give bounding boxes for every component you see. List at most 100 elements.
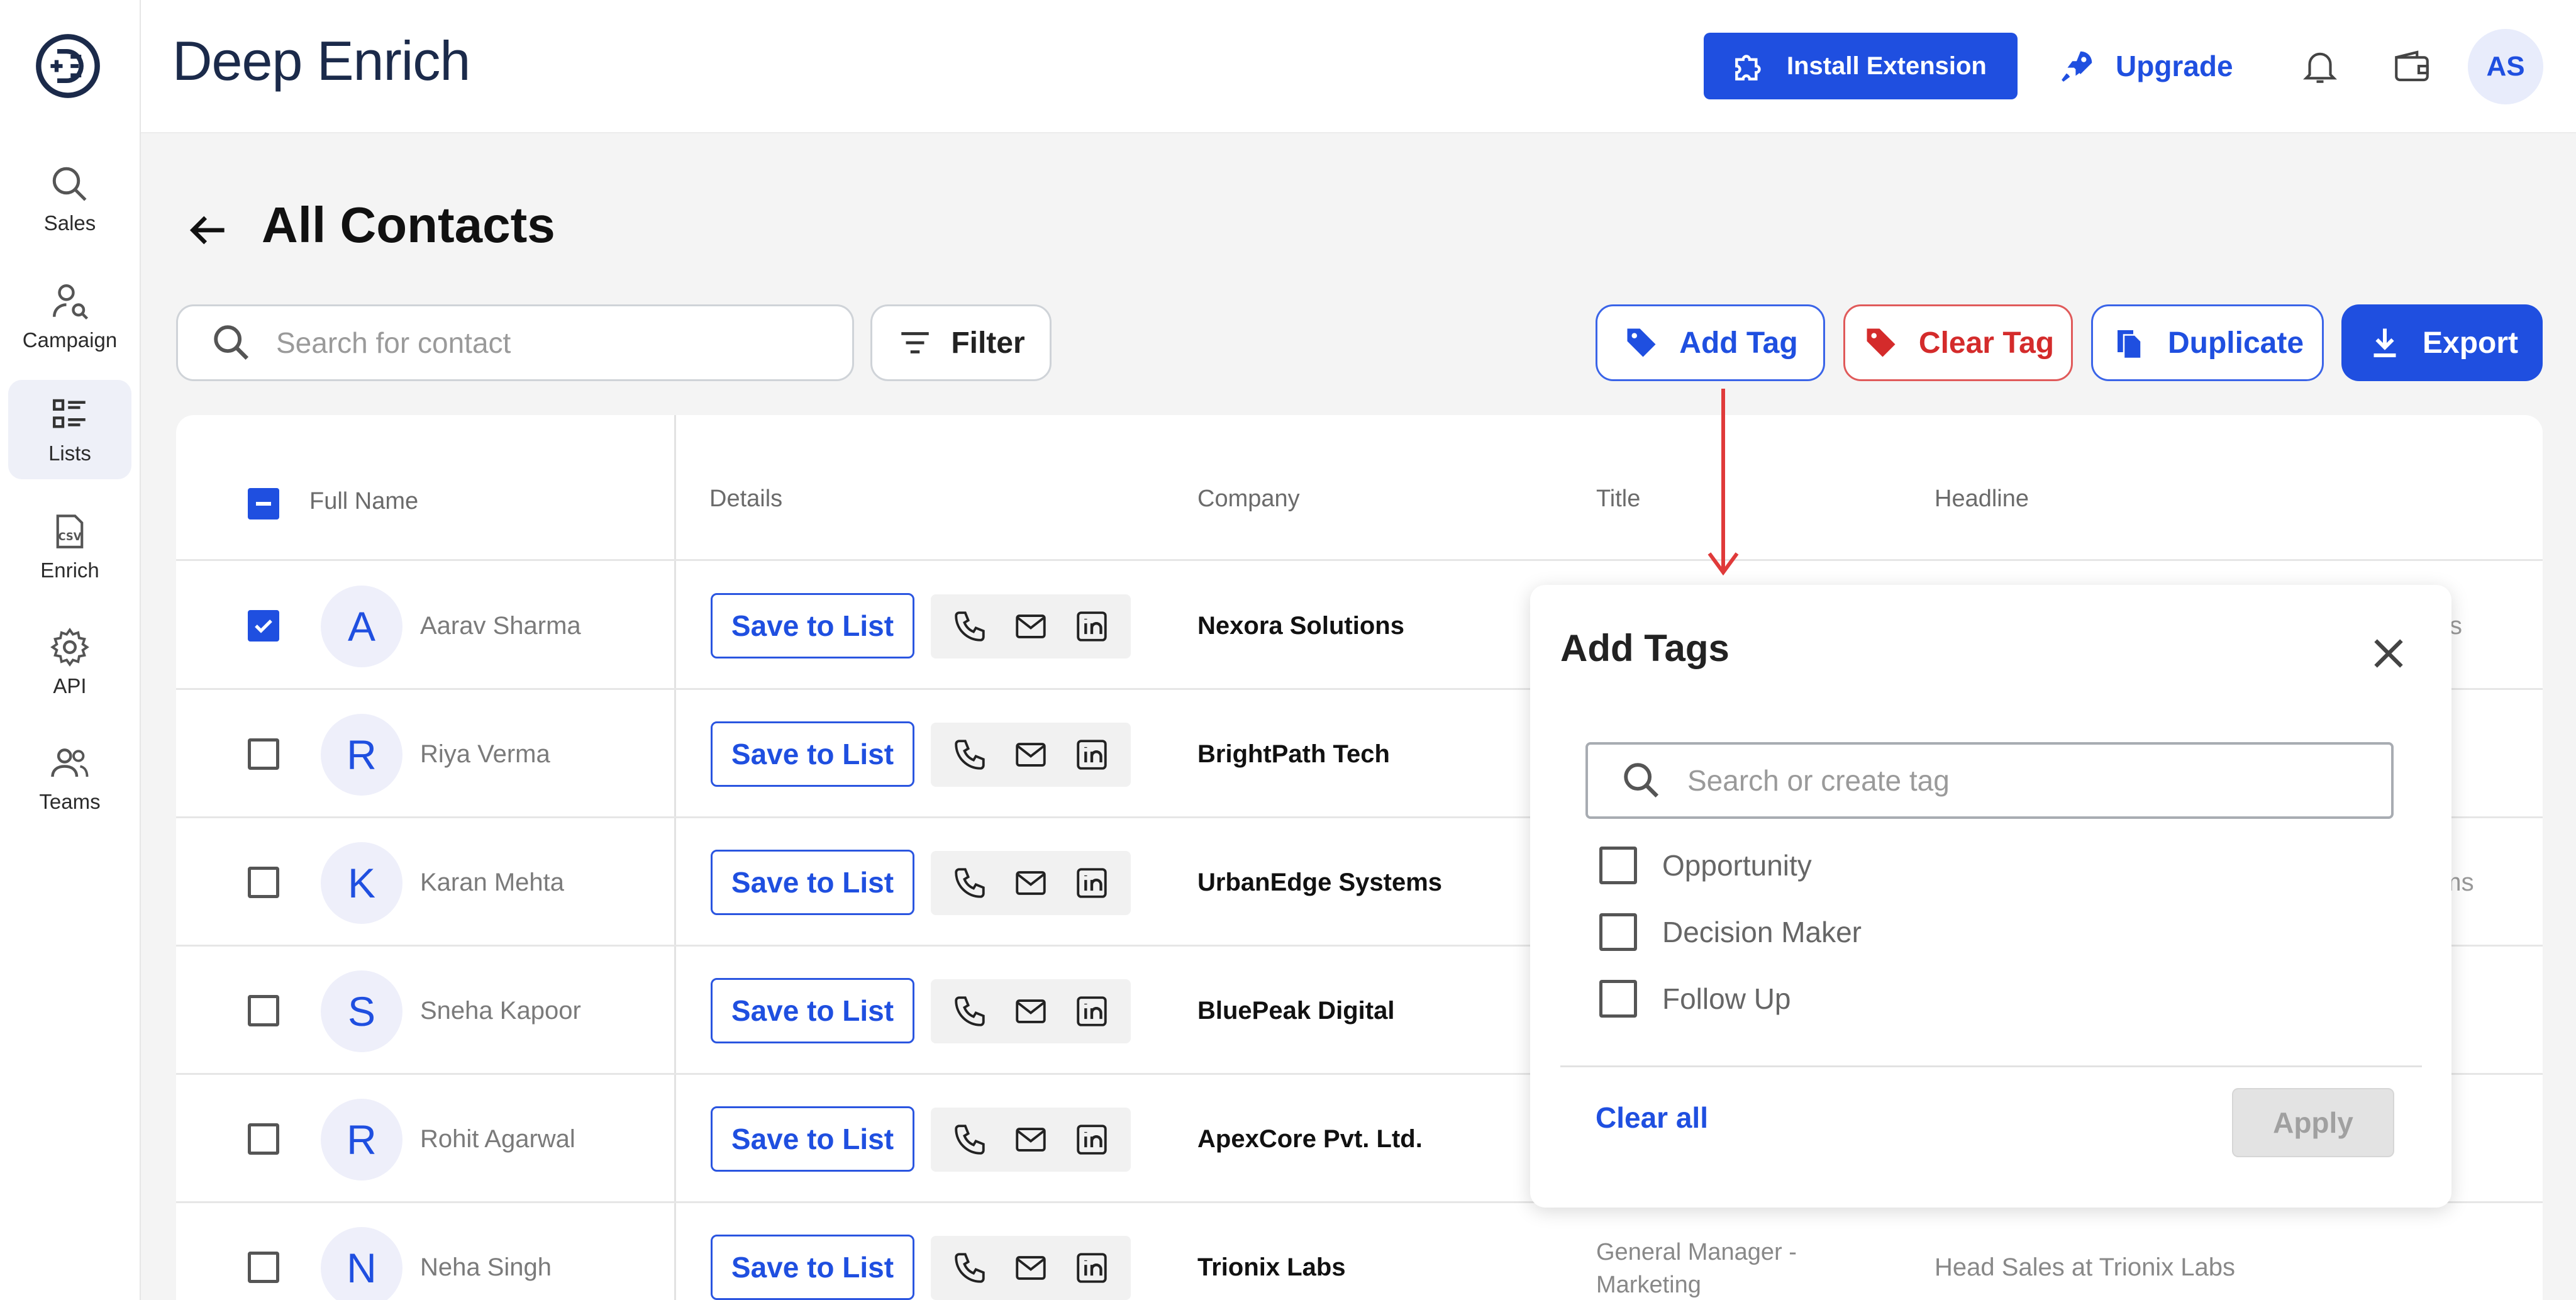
mail-icon[interactable] (1013, 736, 1049, 773)
back-arrow-icon[interactable] (182, 205, 233, 255)
campaign-icon (53, 284, 89, 320)
contact-name[interactable]: Riya Verma (420, 740, 550, 769)
save-to-list-button[interactable]: Save to List (711, 593, 914, 658)
apply-button[interactable]: Apply (2232, 1088, 2394, 1157)
phone-icon[interactable] (952, 993, 988, 1030)
add-tag-label: Add Tag (1679, 326, 1798, 360)
phone-icon[interactable] (952, 608, 988, 645)
deep-enrich-logo-icon[interactable] (35, 33, 101, 99)
sidebar-item-sales[interactable]: Sales (8, 150, 131, 249)
column-header-company[interactable]: Company (1197, 486, 1300, 513)
table-row[interactable]: N Neha Singh Save to List Trionix Labs G… (176, 1203, 2543, 1300)
save-to-list-button[interactable]: Save to List (711, 978, 914, 1043)
table-header: Full Name Details Company Title Headline (176, 415, 2543, 561)
row-checkbox[interactable] (248, 867, 279, 898)
filter-button[interactable]: Filter (870, 304, 1052, 381)
tag-checkbox[interactable] (1599, 847, 1637, 884)
mail-icon[interactable] (1013, 865, 1049, 901)
row-checkbox[interactable] (248, 738, 279, 770)
contact-headline: Head Sales at Trionix Labs (1935, 1253, 2236, 1281)
export-button[interactable]: Export (2341, 304, 2543, 381)
sidebar-item-lists[interactable]: Lists (8, 380, 131, 479)
save-to-list-button[interactable]: Save to List (711, 1106, 914, 1172)
company-name: ApexCore Pvt. Ltd. (1197, 1125, 1423, 1153)
contact-search-input[interactable] (275, 325, 791, 360)
tag-search[interactable] (1585, 742, 2394, 819)
headline-overflow: s (2450, 612, 2462, 640)
row-checkbox[interactable] (248, 1252, 279, 1283)
user-avatar[interactable]: AS (2468, 29, 2543, 104)
rocket-icon (2062, 51, 2092, 82)
phone-icon[interactable] (952, 865, 988, 901)
phone-icon[interactable] (952, 1250, 988, 1286)
tag-option-decision-maker[interactable]: Decision Maker (1599, 912, 1862, 952)
company-name: UrbanEdge Systems (1197, 869, 1443, 896)
sidebar-item-api[interactable]: API (8, 613, 131, 712)
row-checkbox[interactable] (248, 610, 279, 642)
linkedin-icon[interactable] (1074, 865, 1110, 901)
contact-avatar: N (321, 1227, 402, 1300)
mail-icon[interactable] (1013, 993, 1049, 1030)
phone-icon[interactable] (952, 736, 988, 773)
duplicate-button[interactable]: Duplicate (2091, 304, 2324, 381)
tag-option-opportunity[interactable]: Opportunity (1599, 845, 1812, 886)
contact-avatar: K (321, 842, 402, 924)
tag-checkbox[interactable] (1599, 980, 1637, 1018)
save-to-list-button[interactable]: Save to List (711, 721, 914, 787)
search-icon (52, 167, 87, 201)
close-icon[interactable] (2367, 631, 2411, 675)
tag-option-label: Opportunity (1662, 849, 1812, 882)
sidebar-item-label: Campaign (22, 328, 118, 352)
tag-search-input[interactable] (1686, 763, 2315, 798)
contact-avatar: A (321, 586, 402, 667)
row-checkbox[interactable] (248, 995, 279, 1026)
phone-icon[interactable] (952, 1121, 988, 1158)
mail-icon[interactable] (1013, 1121, 1049, 1158)
clear-tag-label: Clear Tag (1918, 326, 2055, 360)
sidebar-item-enrich[interactable]: CSV Enrich (8, 497, 131, 596)
contact-name[interactable]: Karan Mehta (420, 869, 564, 897)
column-header-headline[interactable]: Headline (1935, 486, 2029, 513)
company-name: BrightPath Tech (1197, 740, 1390, 768)
sidebar-item-campaign[interactable]: Campaign (8, 267, 131, 366)
contact-avatar: R (321, 714, 402, 796)
save-to-list-button[interactable]: Save to List (711, 1235, 914, 1300)
wallet-icon[interactable] (2391, 45, 2433, 87)
column-header-details[interactable]: Details (709, 486, 782, 513)
install-extension-button[interactable]: Install Extension (1704, 33, 2018, 99)
linkedin-icon[interactable] (1074, 736, 1110, 773)
row-checkbox[interactable] (248, 1123, 279, 1155)
clear-tag-button[interactable]: Clear Tag (1843, 304, 2073, 381)
upgrade-button[interactable]: Upgrade (2058, 33, 2233, 99)
svg-text:CSV: CSV (58, 531, 81, 543)
bell-icon[interactable] (2299, 45, 2341, 87)
linkedin-icon[interactable] (1074, 1250, 1110, 1286)
sidebar-item-teams[interactable]: Teams (8, 728, 131, 828)
mail-icon[interactable] (1013, 608, 1049, 645)
save-to-list-button[interactable]: Save to List (711, 850, 914, 915)
contact-search[interactable] (176, 304, 854, 381)
lists-icon (53, 399, 86, 428)
linkedin-icon[interactable] (1074, 1121, 1110, 1158)
csv-file-icon: CSV (56, 514, 84, 548)
add-tag-button[interactable]: Add Tag (1596, 304, 1825, 381)
column-header-full-name[interactable]: Full Name (309, 488, 418, 515)
select-all-checkbox[interactable] (248, 488, 279, 519)
contact-name[interactable]: Aarav Sharma (420, 612, 581, 640)
column-header-title[interactable]: Title (1596, 486, 1640, 513)
tag-option-follow-up[interactable]: Follow Up (1599, 979, 1791, 1019)
sidebar: Sales Campaign Lists CSV Enrich API Team… (0, 0, 141, 1300)
linkedin-icon[interactable] (1074, 993, 1110, 1030)
sidebar-item-label: Sales (43, 211, 96, 235)
contact-name[interactable]: Rohit Agarwal (420, 1125, 575, 1153)
dialog-divider (1560, 1065, 2422, 1067)
tag-icon (1867, 328, 1896, 357)
contact-name[interactable]: Neha Singh (420, 1253, 552, 1282)
contact-avatar: S (321, 970, 402, 1052)
contact-name[interactable]: Sneha Kapoor (420, 997, 581, 1025)
mail-icon[interactable] (1013, 1250, 1049, 1286)
search-icon (214, 325, 249, 360)
clear-all-button[interactable]: Clear all (1596, 1101, 1708, 1135)
linkedin-icon[interactable] (1074, 608, 1110, 645)
tag-checkbox[interactable] (1599, 913, 1637, 951)
